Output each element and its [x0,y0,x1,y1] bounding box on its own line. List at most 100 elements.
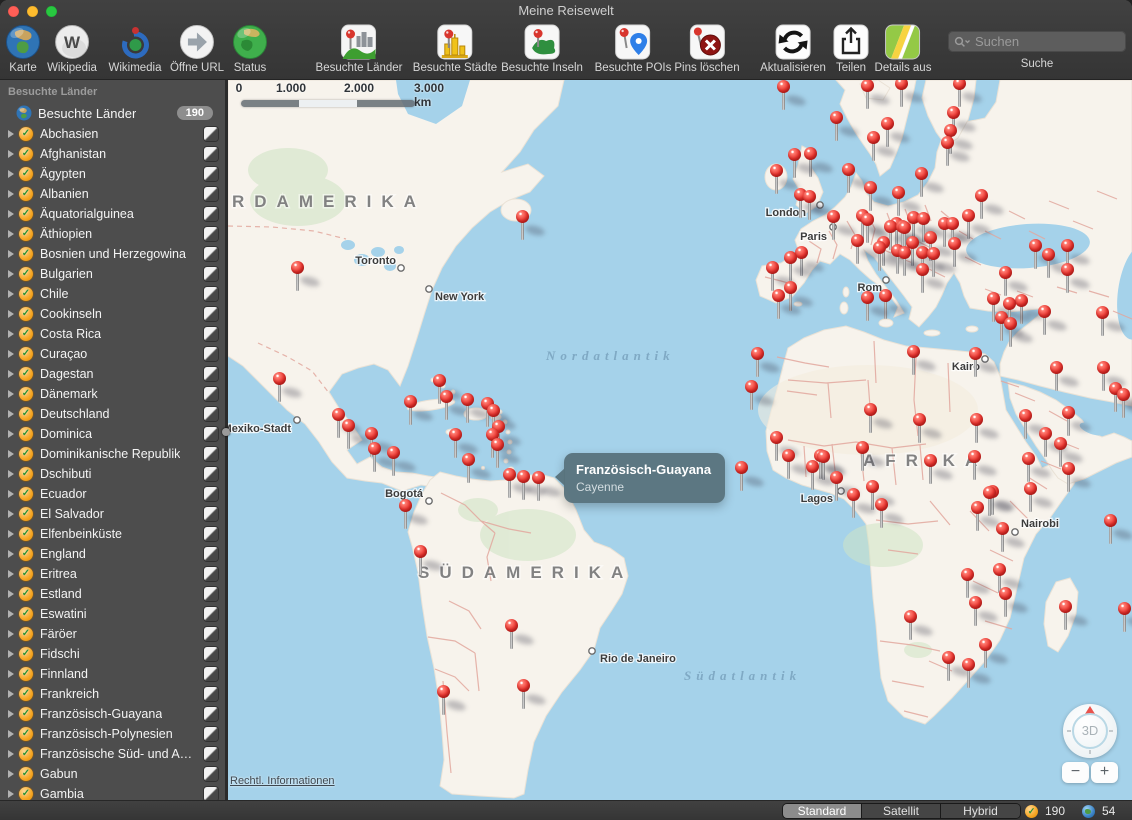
sidebar-country-row[interactable]: Äquatorialguinea [0,204,225,224]
disclosure-triangle-icon[interactable] [8,630,14,638]
disclosure-triangle-icon[interactable] [8,330,14,338]
disclosure-triangle-icon[interactable] [8,730,14,738]
disclosure-triangle-icon[interactable] [8,590,14,598]
disclosure-triangle-icon[interactable] [8,230,14,238]
sidebar-country-row[interactable]: Gambia [0,784,225,800]
disclosure-triangle-icon[interactable] [8,290,14,298]
sidebar-country-row[interactable]: Äthiopien [0,224,225,244]
sidebar-country-row[interactable]: Dänemark [0,384,225,404]
disclosure-triangle-icon[interactable] [8,310,14,318]
sidebar-country-row[interactable]: Dominikanische Republik [0,444,225,464]
toolbar-item-open-url[interactable]: Öffne URL [170,24,224,74]
disclosure-triangle-icon[interactable] [8,670,14,678]
sidebar-country-row[interactable]: Costa Rica [0,324,225,344]
toolbar-item-visited-pois[interactable]: Besuchte POIs [595,24,672,74]
edit-note-icon[interactable] [204,307,218,321]
edit-note-icon[interactable] [204,127,218,141]
disclosure-triangle-icon[interactable] [8,470,14,478]
sidebar-country-row[interactable]: Eswatini [0,604,225,624]
disclosure-triangle-icon[interactable] [8,530,14,538]
edit-note-icon[interactable] [204,747,218,761]
edit-note-icon[interactable] [204,427,218,441]
disclosure-triangle-icon[interactable] [8,170,14,178]
edit-note-icon[interactable] [204,707,218,721]
disclosure-triangle-icon[interactable] [8,450,14,458]
sidebar-country-row[interactable]: Curaçao [0,344,225,364]
sidebar-country-row[interactable]: Ägypten [0,164,225,184]
disclosure-triangle-icon[interactable] [8,370,14,378]
sidebar-country-row[interactable]: Finnland [0,664,225,684]
edit-note-icon[interactable] [204,187,218,201]
edit-note-icon[interactable] [204,687,218,701]
disclosure-triangle-icon[interactable] [8,770,14,778]
map-type-standard[interactable]: Standard [783,804,862,818]
toolbar-item-map-details[interactable]: Details aus [875,24,932,74]
edit-note-icon[interactable] [204,207,218,221]
edit-note-icon[interactable] [204,787,218,800]
sidebar-country-row[interactable]: Abchasien [0,124,225,144]
legal-info-link[interactable]: Rechtl. Informationen [230,775,335,787]
disclosure-triangle-icon[interactable] [8,210,14,218]
edit-note-icon[interactable] [204,587,218,601]
disclosure-triangle-icon[interactable] [8,550,14,558]
sidebar-country-row[interactable]: Bulgarien [0,264,225,284]
sidebar-country-row[interactable]: Frankreich [0,684,225,704]
disclosure-triangle-icon[interactable] [8,130,14,138]
disclosure-triangle-icon[interactable] [8,150,14,158]
edit-note-icon[interactable] [204,727,218,741]
disclosure-triangle-icon[interactable] [8,250,14,258]
edit-note-icon[interactable] [204,247,218,261]
toolbar-item-wikipedia[interactable]: WWikipedia [47,24,97,74]
sidebar-country-row[interactable]: Dominica [0,424,225,444]
disclosure-triangle-icon[interactable] [8,710,14,718]
sidebar-country-row[interactable]: Französisch-Guayana [0,704,225,724]
edit-note-icon[interactable] [204,387,218,401]
edit-note-icon[interactable] [204,367,218,381]
search-input[interactable]: Suchen [948,31,1126,52]
sidebar-country-row[interactable]: England [0,544,225,564]
sidebar-country-row[interactable]: Gabun [0,764,225,784]
sidebar-country-row[interactable]: Albanien [0,184,225,204]
sidebar-country-row[interactable]: Eritrea [0,564,225,584]
sidebar-root-item[interactable]: Besuchte Länder 190 [0,102,225,124]
sidebar-country-row[interactable]: Cookinseln [0,304,225,324]
sidebar-country-row[interactable]: Dagestan [0,364,225,384]
disclosure-triangle-icon[interactable] [8,570,14,578]
sidebar-country-row[interactable]: Elfenbeinküste [0,524,225,544]
disclosure-triangle-icon[interactable] [8,790,14,798]
edit-note-icon[interactable] [204,267,218,281]
edit-note-icon[interactable] [204,227,218,241]
edit-note-icon[interactable] [204,567,218,581]
edit-note-icon[interactable] [204,487,218,501]
disclosure-triangle-icon[interactable] [8,390,14,398]
sidebar-country-row[interactable]: Estland [0,584,225,604]
sidebar-country-row[interactable]: Fidschi [0,644,225,664]
sidebar-country-row[interactable]: Chile [0,284,225,304]
disclosure-triangle-icon[interactable] [8,610,14,618]
disclosure-triangle-icon[interactable] [8,410,14,418]
zoom-out-button[interactable]: − [1062,762,1089,783]
edit-note-icon[interactable] [204,347,218,361]
disclosure-triangle-icon[interactable] [8,690,14,698]
edit-note-icon[interactable] [204,547,218,561]
edit-note-icon[interactable] [204,647,218,661]
disclosure-triangle-icon[interactable] [8,510,14,518]
zoom-in-button[interactable]: + [1091,762,1118,783]
toolbar-item-visited-countries[interactable]: Besuchte Länder [316,24,403,74]
map-type-satellit[interactable]: Satellit [862,804,941,818]
map-type-hybrid[interactable]: Hybrid [941,804,1020,818]
edit-note-icon[interactable] [204,507,218,521]
toolbar-item-visited-islands[interactable]: Besuchte Inseln [501,24,583,74]
pane-splitter[interactable] [225,80,228,800]
edit-note-icon[interactable] [204,667,218,681]
sidebar-country-row[interactable]: Bosnien und Herzegowina [0,244,225,264]
map-view[interactable]: RDAMERIKASÜDAMERIKAAFRIKANordatlantikSüd… [228,80,1132,800]
sidebar-country-row[interactable]: El Salvador [0,504,225,524]
toolbar-item-visited-cities[interactable]: Besuchte Städte [413,24,497,74]
edit-note-icon[interactable] [204,327,218,341]
disclosure-triangle-icon[interactable] [8,350,14,358]
disclosure-triangle-icon[interactable] [8,190,14,198]
disclosure-triangle-icon[interactable] [8,750,14,758]
disclosure-triangle-icon[interactable] [8,270,14,278]
edit-note-icon[interactable] [204,467,218,481]
